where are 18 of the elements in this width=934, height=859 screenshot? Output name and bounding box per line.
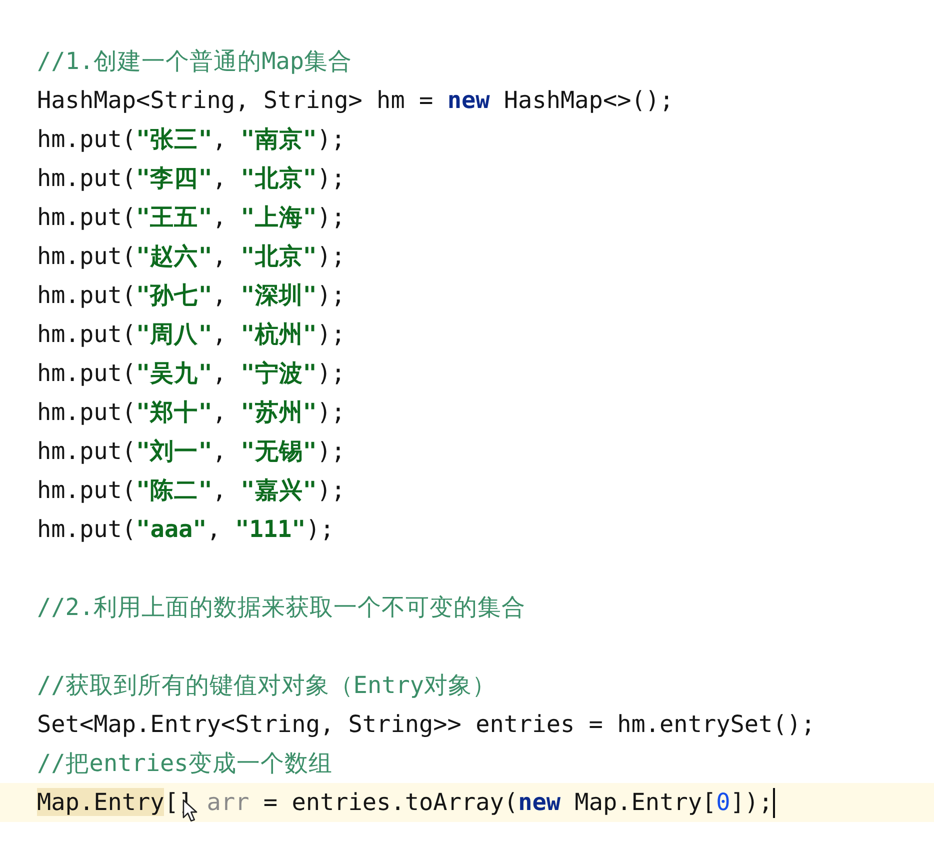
- code-comment: //把entries变成一个数组: [37, 748, 332, 779]
- code-line: hm.put("王五", "上海");: [37, 202, 346, 233]
- text-cursor: [772, 788, 775, 818]
- code-line: hm.put("陈二", "嘉兴");: [37, 475, 346, 506]
- code-comment: //1.创建一个普通的Map集合: [37, 46, 352, 77]
- code-comment: //2.利用上面的数据来获取一个不可变的集合: [37, 592, 526, 623]
- code-line: hm.put("郑十", "苏州");: [37, 397, 346, 428]
- code-comment: //获取到所有的键值对对象（Entry对象）: [37, 670, 496, 701]
- code-line: hm.put("李四", "北京");: [37, 163, 346, 194]
- code-line: hm.put("赵六", "北京");: [37, 241, 346, 272]
- code-line: Set<Map.Entry<String, String>> entries = hm.entrySet();: [37, 709, 816, 740]
- code-line: hm.put("aaa", "111");: [37, 514, 334, 545]
- code-line: hm.put("张三", "南京");: [37, 124, 346, 155]
- code-line: hm.put("刘一", "无锡");: [37, 436, 346, 467]
- code-line: hm.put("孙七", "深圳");: [37, 280, 346, 311]
- code-line: hm.put("周八", "杭州");: [37, 319, 346, 350]
- code-line: HashMap<String, String> hm = new HashMap<>();: [37, 85, 674, 116]
- code-line: hm.put("吴九", "宁波");: [37, 358, 346, 389]
